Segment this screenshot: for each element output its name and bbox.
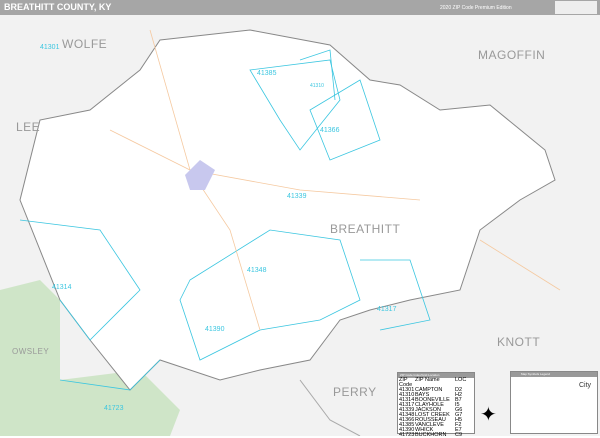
map-legend: Map Symbols Legend City [510,371,598,434]
legend-city-label: City [579,382,592,389]
zip-index-table: ZIP Code Index/Grid Location ZIP Code ZIP… [397,372,475,438]
zip-label: 41723 [104,405,124,412]
zip-label: 41314 [52,284,72,291]
zip-label: 41339 [287,193,307,200]
county-label: WOLFE [62,37,108,51]
forest-area [0,280,60,436]
county-label: PERRY [333,385,377,399]
zip-label: 41301 [40,44,60,51]
edition-label: 2020 ZIP Code Premium Edition [440,5,512,11]
compass-rose-icon: ✦ [480,404,497,426]
county-label: BREATHITT [330,222,401,236]
county-label: OWSLEY [12,347,50,356]
county-label: LEE [16,120,41,134]
header: BREATHITT COUNTY, KY 2020 ZIP Code Premi… [0,0,600,15]
county-label: KNOTT [497,335,541,349]
zip-label: 41385 [257,70,277,77]
zip-label: 41310 [310,83,324,89]
zip-label: 41348 [247,267,267,274]
brand-logo [555,1,597,14]
zip-label: 41366 [320,127,340,134]
map-title: BREATHITT COUNTY, KY [4,2,112,12]
zip-label: 41390 [205,326,225,333]
legend-title: Map Symbols Legend [511,372,597,377]
zip-label: 41317 [377,306,397,313]
county-label: MAGOFFIN [478,48,546,62]
